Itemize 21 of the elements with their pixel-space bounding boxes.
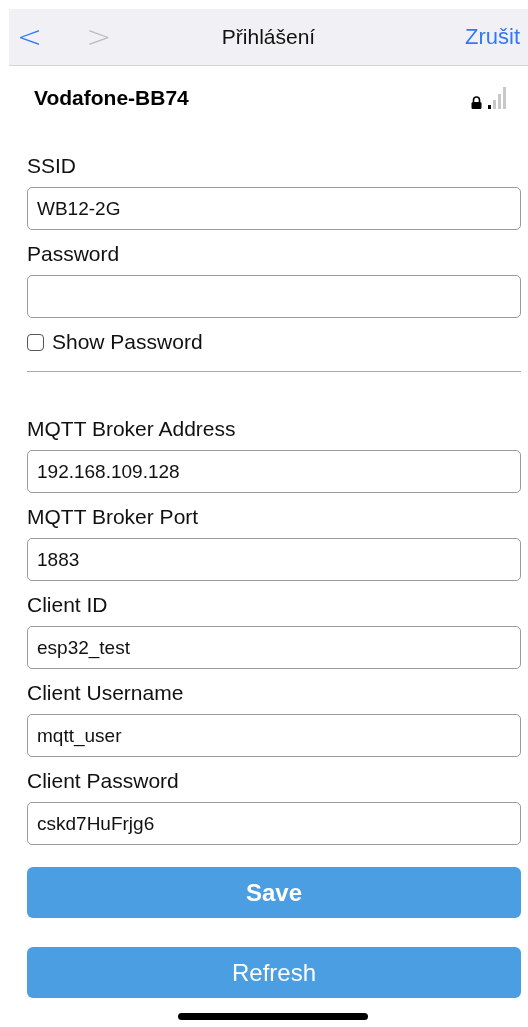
input-field[interactable]: WB12-2G: [27, 187, 521, 230]
input-field[interactable]: [27, 275, 521, 318]
checkbox[interactable]: [27, 333, 44, 351]
field-label: Password: [27, 242, 121, 266]
network-name: Vodafone-BB74: [34, 86, 189, 110]
cancel-button[interactable]: Zrušit: [465, 24, 528, 50]
field-label: SSID: [27, 154, 77, 178]
input-field[interactable]: esp32_test: [27, 626, 521, 669]
input-field[interactable]: 192.168.109.128: [27, 450, 521, 493]
input-field[interactable]: 1883: [27, 538, 521, 581]
field-label: MQTT Broker Address: [27, 417, 237, 441]
signal-icon: [488, 87, 508, 109]
field-label: Client ID: [27, 593, 109, 617]
field-label: Client Password: [27, 769, 180, 793]
input-field[interactable]: mqtt_user: [27, 714, 521, 757]
window-title: Přihlášení: [221, 25, 316, 49]
checkbox-label: Show Password: [52, 330, 203, 354]
field-label: Client Username: [27, 681, 185, 705]
input-field[interactable]: cskd7HuFrjg6: [27, 802, 521, 845]
field-label: MQTT Broker Port: [27, 505, 200, 529]
back-button[interactable]: <: [9, 22, 51, 52]
